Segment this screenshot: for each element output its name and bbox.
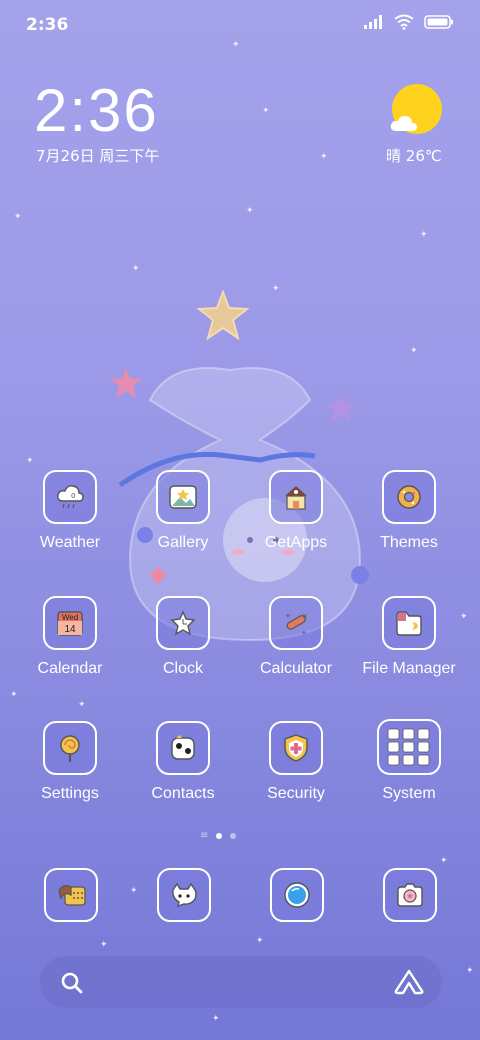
clock-icon[interactable] <box>156 596 210 650</box>
app-label: Themes <box>380 534 438 551</box>
security-icon[interactable] <box>269 721 323 775</box>
svg-text:+: + <box>285 612 291 620</box>
star-decoration: ✦ <box>262 106 270 116</box>
app-themes[interactable]: Themes <box>353 470 465 552</box>
file-manager-icon[interactable] <box>382 596 436 650</box>
app-label: GetApps <box>264 534 328 551</box>
clock-widget-date: 7月26日 周三下午 <box>36 147 160 165</box>
app-label: Contacts <box>151 785 215 802</box>
svg-text:÷: ÷ <box>301 629 307 637</box>
star-decoration <box>110 368 142 398</box>
battery-icon <box>424 15 453 29</box>
star-decoration: ✦ <box>440 856 448 866</box>
star-decoration <box>326 394 356 422</box>
star-decoration: ✦ <box>466 966 474 976</box>
star-decoration: ✦ <box>26 456 34 466</box>
app-label: Settings <box>41 785 99 802</box>
app-label: Gallery <box>157 534 209 551</box>
signal-icon <box>364 15 382 29</box>
app-weather[interactable]: 0 Weather <box>14 470 126 552</box>
weather-widget-text: 晴 26℃ <box>386 145 442 166</box>
app-label: Calendar <box>37 660 103 677</box>
svg-text:×: × <box>302 612 308 620</box>
themes-icon[interactable] <box>382 470 436 524</box>
star-decoration: ✦ <box>212 1014 220 1024</box>
messages-icon[interactable] <box>157 868 211 922</box>
status-icons <box>364 14 454 30</box>
app-gallery[interactable]: Gallery <box>127 470 239 552</box>
star-decoration: ✦ <box>256 936 264 946</box>
star-decoration: ✦ <box>320 152 328 162</box>
app-label: System <box>382 785 436 802</box>
star-decoration: ✦ <box>132 264 140 274</box>
star-decoration: ✦ <box>100 940 108 950</box>
star-decoration: ✦ <box>272 284 280 294</box>
star-decoration: ✦ <box>246 206 254 216</box>
settings-icon[interactable] <box>43 721 97 775</box>
app-getapps[interactable]: GetApps <box>240 470 352 552</box>
dock-camera[interactable] <box>383 868 437 922</box>
app-system-folder[interactable]: System <box>353 719 465 803</box>
gallery-icon[interactable] <box>156 470 210 524</box>
app-label: Clock <box>162 660 203 677</box>
app-clock[interactable]: Clock <box>127 596 239 678</box>
app-label: Security <box>267 785 325 802</box>
page-dot-active[interactable] <box>216 832 223 839</box>
search-bar[interactable] <box>40 956 442 1008</box>
dock-messages[interactable] <box>157 868 211 922</box>
search-icon[interactable] <box>60 971 84 995</box>
calendar-day-text: Wed <box>62 613 78 622</box>
app-label: Calculator <box>259 660 333 677</box>
star-decoration: ✦ <box>130 886 138 896</box>
star-decoration: ✦ <box>420 230 428 240</box>
wifi-icon <box>394 14 414 30</box>
cloud-icon <box>390 115 417 131</box>
assistant-icon[interactable] <box>394 969 424 995</box>
dock-phone[interactable] <box>44 868 98 922</box>
weather-icon[interactable]: 0 <box>43 470 97 524</box>
app-security[interactable]: Security <box>240 721 352 803</box>
star-decoration <box>196 290 250 341</box>
calculator-icon[interactable]: + × ÷ <box>269 596 323 650</box>
clock-widget-time[interactable]: 2:36 <box>34 76 159 145</box>
star-decoration: ✦ <box>78 700 86 710</box>
app-label: File Manager <box>362 660 456 677</box>
star-decoration: ✦ <box>232 40 240 50</box>
feed-page-icon[interactable]: ≡ <box>200 830 208 841</box>
app-contacts[interactable]: Contacts <box>127 721 239 803</box>
calendar-icon[interactable]: Wed 14 <box>43 596 97 650</box>
app-calendar[interactable]: Wed 14 Calendar <box>14 596 126 678</box>
contacts-icon[interactable] <box>156 721 210 775</box>
page-indicator[interactable]: ≡ <box>200 830 237 841</box>
app-settings[interactable]: Settings <box>14 721 126 803</box>
page-dot[interactable] <box>230 832 237 839</box>
app-calculator[interactable]: + × ÷ Calculator <box>240 596 352 678</box>
system-folder-icon[interactable] <box>377 719 441 775</box>
dock-browser[interactable] <box>270 868 324 922</box>
status-bar-time: 2:36 <box>26 15 69 35</box>
star-decoration: ✦ <box>10 690 18 700</box>
browser-icon[interactable] <box>270 868 324 922</box>
phone-icon[interactable] <box>44 868 98 922</box>
star-decoration: ✦ <box>410 346 418 356</box>
calendar-date-text: 14 <box>64 624 76 635</box>
camera-icon[interactable] <box>383 868 437 922</box>
svg-text:0: 0 <box>71 492 75 500</box>
weather-condition: 晴 <box>386 147 402 165</box>
star-decoration: ✦ <box>14 212 22 222</box>
app-label: Weather <box>39 534 101 551</box>
getapps-icon[interactable] <box>269 470 323 524</box>
app-file-manager[interactable]: File Manager <box>353 596 465 678</box>
weather-temperature: 26℃ <box>405 147 442 165</box>
